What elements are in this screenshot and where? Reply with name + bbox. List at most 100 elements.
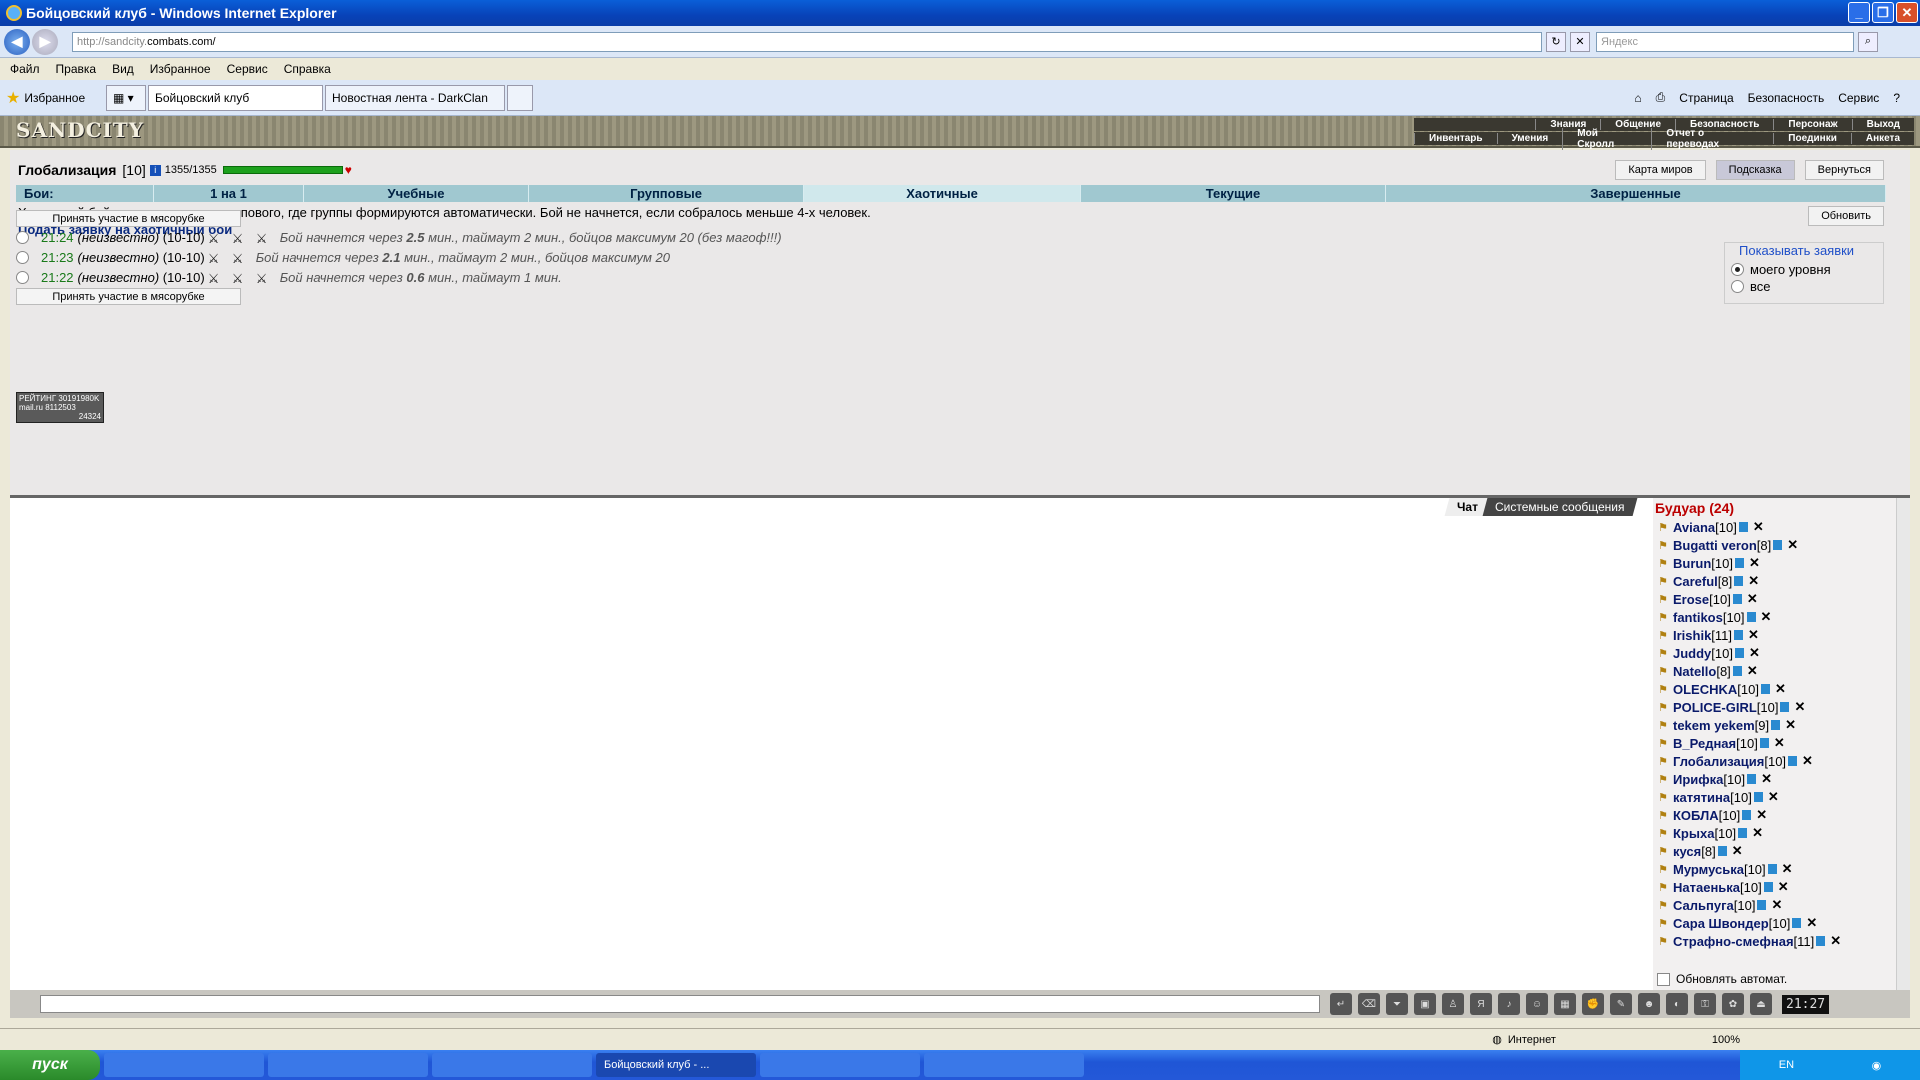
info-icon[interactable] — [1771, 720, 1781, 730]
battle-radio[interactable] — [16, 251, 29, 264]
tab-finished[interactable]: Завершенные — [1386, 185, 1886, 202]
user-row[interactable]: ⚑ Ирифка [10] ✕ — [1653, 770, 1910, 788]
save-icon[interactable]: ▣ — [1414, 993, 1436, 1015]
user-row[interactable]: ⚑ Крыха [10] ✕ — [1653, 824, 1910, 842]
bag-icon[interactable]: ◐ — [1666, 993, 1688, 1015]
user-row[interactable]: ⚑ POLICE-GIRL [10] ✕ — [1653, 698, 1910, 716]
user-name[interactable]: Глобализация — [1673, 754, 1764, 769]
info-icon[interactable] — [1760, 684, 1770, 694]
user-name[interactable]: Страфно-смефная — [1673, 934, 1794, 949]
translit-icon[interactable]: Я — [1470, 993, 1492, 1015]
user-row[interactable]: ⚑ Сара Швондер [10] ✕ — [1653, 914, 1910, 932]
info-icon[interactable] — [1816, 936, 1826, 946]
close-icon[interactable]: ✕ — [1747, 591, 1758, 607]
nav-transfers[interactable]: Отчет о переводах — [1651, 127, 1773, 150]
menu-file[interactable]: Файл — [10, 62, 40, 76]
filter-icon[interactable]: ⏷ — [1386, 993, 1408, 1015]
private-message-icon[interactable]: ⚑ — [1653, 521, 1673, 534]
chat-input[interactable] — [40, 995, 1320, 1013]
user-name[interactable]: fantikos — [1673, 610, 1723, 625]
user-row[interactable]: ⚑ Erose [10] ✕ — [1653, 590, 1910, 608]
person-icon[interactable]: ♙ — [1442, 993, 1464, 1015]
close-icon[interactable]: ✕ — [1778, 879, 1789, 895]
user-row[interactable]: ⚑ fantikos [10] ✕ — [1653, 608, 1910, 626]
close-icon[interactable]: ✕ — [1732, 843, 1743, 859]
close-icon[interactable]: ✕ — [1756, 807, 1767, 823]
taskbar-slot[interactable] — [760, 1053, 920, 1077]
user-row[interactable]: ⚑ Сальпуга [10] ✕ — [1653, 896, 1910, 914]
info-icon[interactable] — [1747, 774, 1757, 784]
clear-icon[interactable]: ⌫ — [1358, 993, 1380, 1015]
user-row[interactable]: ⚑ Bugatti veron [8] ✕ — [1653, 536, 1910, 554]
player-name[interactable]: Глобализация — [18, 162, 116, 178]
private-message-icon[interactable]: ⚑ — [1653, 755, 1673, 768]
close-icon[interactable]: ✕ — [1775, 681, 1786, 697]
user-name[interactable]: Erose — [1673, 592, 1709, 607]
info-icon[interactable] — [1792, 918, 1802, 928]
close-icon[interactable]: ✕ — [1753, 519, 1764, 535]
info-icon[interactable] — [1757, 900, 1767, 910]
user-row[interactable]: ⚑ Burun [10] ✕ — [1653, 554, 1910, 572]
user-name[interactable]: КОБЛА — [1673, 808, 1719, 823]
gallery-icon[interactable]: ▦ — [1554, 993, 1576, 1015]
search-input[interactable]: Яндекс — [1596, 31, 1854, 52]
join-button-top[interactable]: Принять участие в мясорубке — [16, 210, 241, 227]
stop-icon[interactable]: ✕ — [1570, 31, 1590, 52]
user-row[interactable]: ⚑ Натаенька [10] ✕ — [1653, 878, 1910, 896]
tab-group[interactable]: Групповые — [529, 185, 804, 202]
info-icon[interactable] — [1759, 738, 1769, 748]
forward-button[interactable]: ▶ — [32, 28, 58, 55]
auto-refresh-checkbox[interactable] — [1657, 972, 1670, 986]
info-icon[interactable] — [1767, 864, 1777, 874]
mailru-rating-counter[interactable]: РЕЙТИНГ 30191980K mail.ru 8112503 24324 — [16, 392, 104, 423]
private-message-icon[interactable]: ⚑ — [1653, 539, 1673, 552]
send-icon[interactable]: ↵ — [1330, 993, 1352, 1015]
sound-icon[interactable]: ♪ — [1498, 993, 1520, 1015]
user-name[interactable]: OLECHKA — [1673, 682, 1737, 697]
close-button[interactable]: ✕ — [1896, 2, 1918, 23]
info-icon[interactable] — [1763, 882, 1773, 892]
hint-button[interactable]: Подсказка — [1715, 160, 1795, 180]
close-icon[interactable]: ✕ — [1806, 915, 1817, 931]
user-row[interactable]: ⚑ катятина [10] ✕ — [1653, 788, 1910, 806]
world-map-button[interactable]: Карта миров — [1615, 160, 1706, 180]
taskbar-slot[interactable] — [924, 1053, 1084, 1077]
refresh-button[interactable]: Обновить — [1808, 206, 1884, 226]
user-name[interactable]: Крыха — [1673, 826, 1714, 841]
favorites-button[interactable]: ★ Избранное — [6, 88, 106, 108]
close-icon[interactable]: ✕ — [1768, 789, 1779, 805]
user-name[interactable]: POLICE-GIRL — [1673, 700, 1757, 715]
return-button[interactable]: Вернуться — [1804, 160, 1884, 180]
info-icon[interactable] — [1746, 612, 1756, 622]
battle-radio[interactable] — [16, 271, 29, 284]
tab-darkclan[interactable]: Новостная лента - DarkClan — [325, 84, 505, 111]
info-icon[interactable] — [1734, 558, 1744, 568]
close-icon[interactable]: ✕ — [1752, 825, 1763, 841]
maximize-button[interactable]: ❐ — [1872, 2, 1894, 23]
user-row[interactable]: ⚑ Мурмуська [10] ✕ — [1653, 860, 1910, 878]
safety-menu[interactable]: Безопасность — [1748, 91, 1825, 105]
info-icon[interactable] — [1732, 666, 1742, 676]
nav-scroll[interactable]: Мой Скролл — [1562, 127, 1651, 150]
close-icon[interactable]: ✕ — [1782, 861, 1793, 877]
tray-icon[interactable]: ◉ — [1872, 1059, 1882, 1072]
user-row[interactable]: ⚑ OLECHKA [10] ✕ — [1653, 680, 1910, 698]
nav-duels[interactable]: Поединки — [1773, 133, 1851, 144]
close-icon[interactable]: ✕ — [1774, 735, 1785, 751]
menu-favorites[interactable]: Избранное — [150, 62, 211, 76]
taskbar-ie-window[interactable]: Бойцовский клуб - ... — [596, 1053, 756, 1077]
join-button-bottom[interactable]: Принять участие в мясорубке — [16, 288, 241, 305]
private-message-icon[interactable]: ⚑ — [1653, 701, 1673, 714]
nav-skills[interactable]: Умения — [1496, 133, 1563, 144]
menu-view[interactable]: Вид — [112, 62, 134, 76]
tools-menu[interactable]: Сервис — [1838, 91, 1879, 105]
exit-icon[interactable]: ⏏ — [1750, 993, 1772, 1015]
private-message-icon[interactable]: ⚑ — [1653, 917, 1673, 930]
private-message-icon[interactable]: ⚑ — [1653, 665, 1673, 678]
user-name[interactable]: Мурмуська — [1673, 862, 1744, 877]
private-message-icon[interactable]: ⚑ — [1653, 809, 1673, 822]
info-icon[interactable] — [1788, 756, 1798, 766]
info-icon[interactable] — [1780, 702, 1790, 712]
info-icon[interactable]: i — [149, 164, 161, 176]
info-icon[interactable] — [1734, 576, 1744, 586]
